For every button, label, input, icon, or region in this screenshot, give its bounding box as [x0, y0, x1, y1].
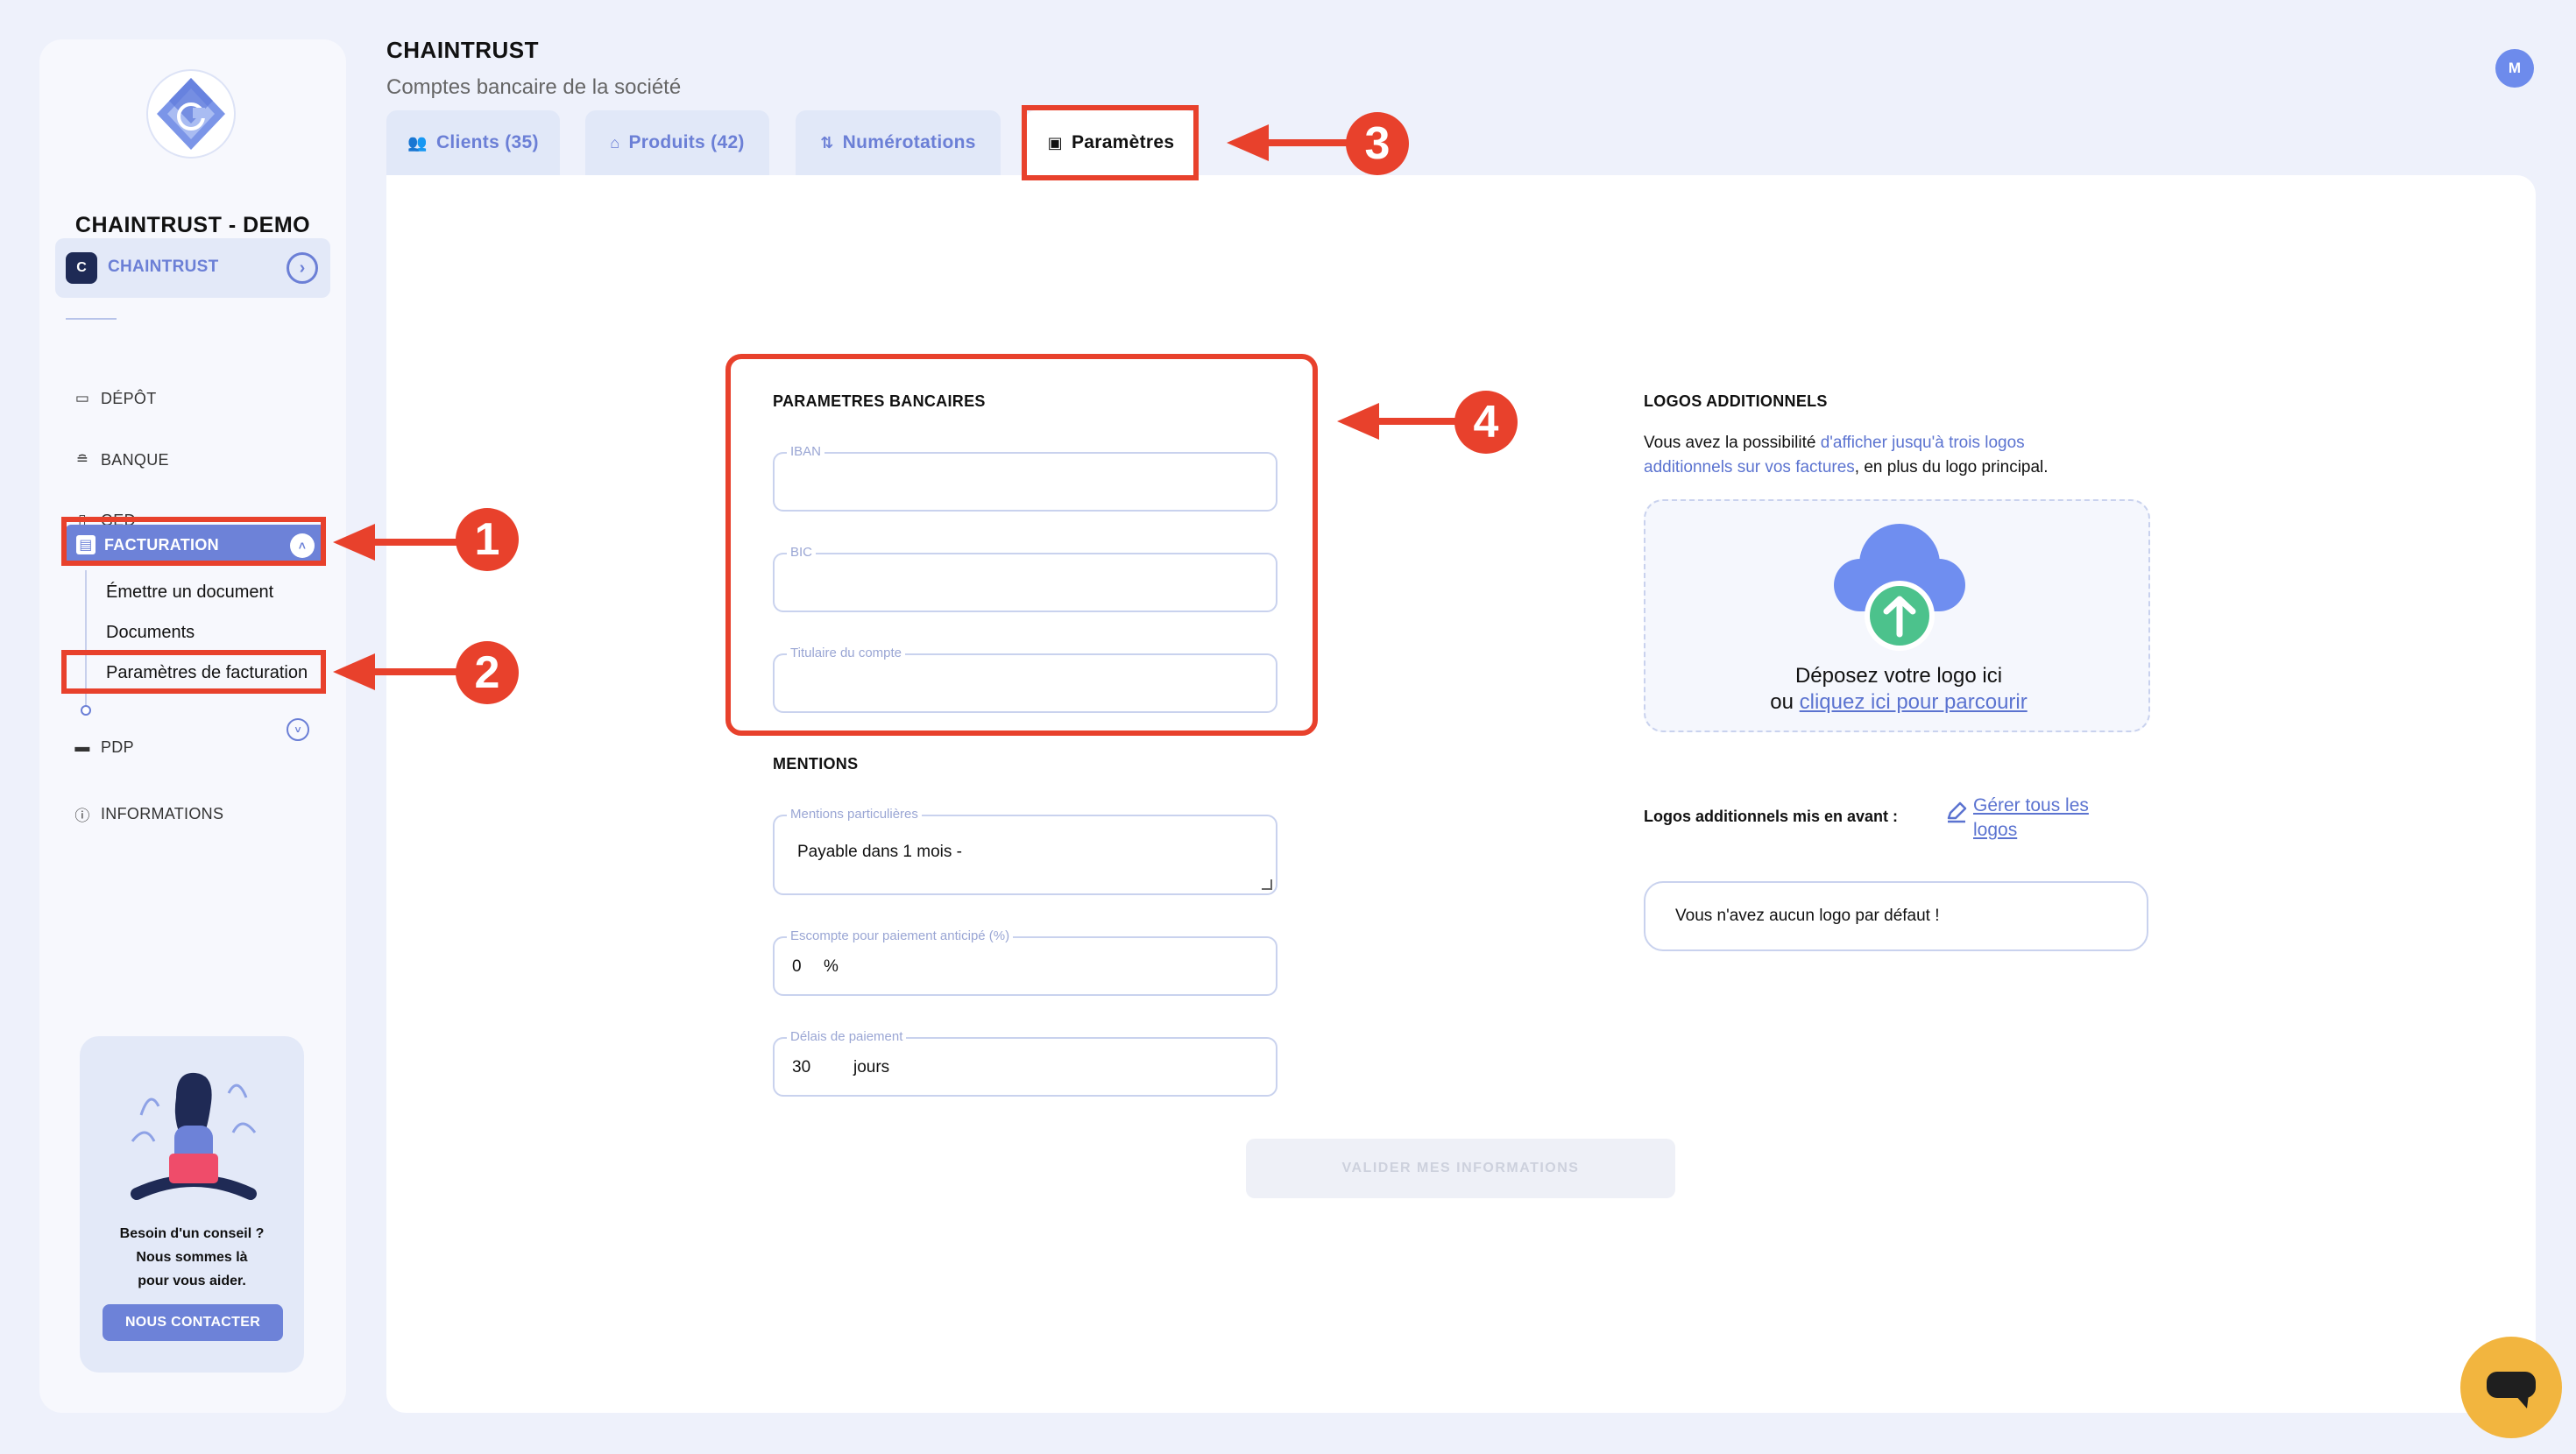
logos-section-title: LOGOS ADDITIONNELS: [1644, 392, 1828, 410]
logos-desc-post: , en plus du logo principal.: [1854, 458, 2049, 476]
mentions-textarea[interactable]: Mentions particulières Payable dans 1 mo…: [773, 807, 1277, 895]
sort-icon: ⇅: [820, 133, 834, 152]
sidebar-item-banque[interactable]: ≘ BANQUE: [73, 442, 169, 477]
chat-icon: [2487, 1372, 2536, 1408]
company-name: CHAINTRUST - DEMO: [74, 213, 311, 237]
tab-label: Numérotations: [842, 132, 976, 152]
main-panel: [386, 175, 2536, 1413]
annotation-badge-2: 2: [456, 641, 519, 704]
submit-button[interactable]: VALIDER MES INFORMATIONS: [1246, 1139, 1675, 1198]
mentions-value: Payable dans 1 mois -: [797, 843, 962, 861]
payment-delay-value: 30: [792, 1058, 811, 1076]
tab-clients[interactable]: 👥 Clients (35): [386, 110, 560, 175]
payment-delay-field[interactable]: Délais de paiement 30 jours: [773, 1029, 1277, 1097]
app-logo: [146, 69, 236, 159]
card-icon: ▬: [74, 738, 90, 755]
submenu-documents[interactable]: Documents: [106, 623, 195, 643]
help-illustration: [131, 1072, 257, 1200]
help-line-3: pour vous aider.: [138, 1274, 246, 1288]
company-switch-label: CHAINTRUST: [108, 258, 219, 276]
folder-icon: ▭: [74, 390, 90, 406]
mentions-section-title: MENTIONS: [773, 755, 859, 773]
discount-unit: %: [824, 957, 839, 976]
sidebar-item-label: PDP: [101, 738, 134, 756]
manage-logos-link[interactable]: Gérer tous les logos: [1973, 794, 2122, 843]
discount-label: Escompte pour paiement anticipé (%): [787, 928, 1014, 943]
chevron-down-icon[interactable]: ˅: [287, 718, 309, 741]
annotation-arrow-2: [333, 653, 473, 690]
tab-produits[interactable]: ⌂ Produits (42): [585, 110, 769, 175]
submenu-active-dot: [81, 705, 91, 716]
annotation-arrow-4: [1337, 403, 1468, 440]
sidebar-item-label: INFORMATIONS: [101, 804, 224, 822]
payment-delay-label: Délais de paiement: [787, 1029, 907, 1044]
page-subtitle: Comptes bancaire de la société: [386, 75, 682, 99]
sidebar: CHAINTRUST - DEMO C CHAINTRUST › ▭ DÉPÔT…: [39, 39, 346, 1413]
featured-logos-label: Logos additionnels mis en avant :: [1644, 808, 1899, 825]
logos-description: Vous avez la possibilité d'afficher jusq…: [1644, 431, 2117, 480]
bank-icon: ≘: [75, 451, 89, 468]
company-switch[interactable]: C CHAINTRUST ›: [55, 238, 330, 298]
sidebar-item-label: BANQUE: [101, 450, 169, 469]
cloud-upload-icon: [1834, 524, 1965, 651]
annotation-badge-4: 4: [1454, 391, 1518, 454]
browse-link[interactable]: cliquez ici pour parcourir: [1800, 690, 2028, 714]
help-card: Besoin d'un conseil ? Nous sommes là pou…: [80, 1036, 304, 1373]
sidebar-item-informations[interactable]: ⓘ INFORMATIONS: [73, 796, 223, 831]
annotation-arrow-1: [333, 524, 473, 561]
help-line-2: Nous sommes là: [136, 1250, 248, 1265]
logos-desc-pre: Vous avez la possibilité: [1644, 434, 1821, 452]
divider: [66, 318, 117, 320]
no-default-logo-box: Vous n'avez aucun logo par défaut !: [1644, 881, 2148, 951]
help-text: Besoin d'un conseil ? Nous sommes là pou…: [80, 1222, 304, 1293]
sidebar-item-depot[interactable]: ▭ DÉPÔT: [73, 381, 157, 416]
chat-button[interactable]: [2460, 1337, 2562, 1438]
annotation-box-4: [725, 354, 1318, 736]
submenu-emettre[interactable]: Émettre un document: [106, 582, 273, 603]
page-title: CHAINTRUST: [386, 37, 539, 63]
tab-label: Produits (42): [628, 132, 745, 152]
logo-dropzone[interactable]: Déposez votre logo ici ou cliquez ici po…: [1644, 499, 2150, 732]
avatar[interactable]: M: [2495, 49, 2534, 88]
tab-numerotations[interactable]: ⇅ Numérotations: [796, 110, 1001, 175]
annotation-box-3: [1022, 105, 1199, 180]
contact-button[interactable]: NOUS CONTACTER: [103, 1304, 283, 1341]
annotation-badge-1: 1: [456, 508, 519, 571]
users-icon: 👥: [407, 133, 428, 152]
annotation-box-1: [61, 517, 326, 566]
discount-value: 0: [792, 957, 802, 976]
discount-field[interactable]: Escompte pour paiement anticipé (%) 0 %: [773, 928, 1277, 996]
sidebar-item-label: DÉPÔT: [101, 389, 157, 407]
dropzone-or: ou: [1770, 690, 1800, 714]
company-logo-icon: C: [66, 252, 97, 284]
annotation-box-2: [61, 650, 326, 694]
tab-label: Clients (35): [435, 132, 539, 152]
sidebar-item-pdp[interactable]: ▬ PDP: [73, 730, 134, 765]
dropzone-subtitle: ou cliquez ici pour parcourir: [1645, 690, 2152, 715]
mentions-label: Mentions particulières: [787, 807, 922, 822]
annotation-badge-3: 3: [1346, 112, 1409, 175]
edit-icon[interactable]: [1945, 801, 1968, 823]
dropzone-title: Déposez votre logo ici: [1794, 664, 2003, 688]
annotation-arrow-3: [1227, 124, 1358, 161]
help-line-1: Besoin d'un conseil ?: [119, 1226, 265, 1241]
info-icon: ⓘ: [74, 807, 90, 824]
payment-delay-unit: jours: [853, 1058, 890, 1076]
resize-handle[interactable]: [1262, 879, 1272, 890]
box-icon: ⌂: [610, 133, 620, 152]
chevron-right-icon[interactable]: ›: [287, 252, 318, 284]
